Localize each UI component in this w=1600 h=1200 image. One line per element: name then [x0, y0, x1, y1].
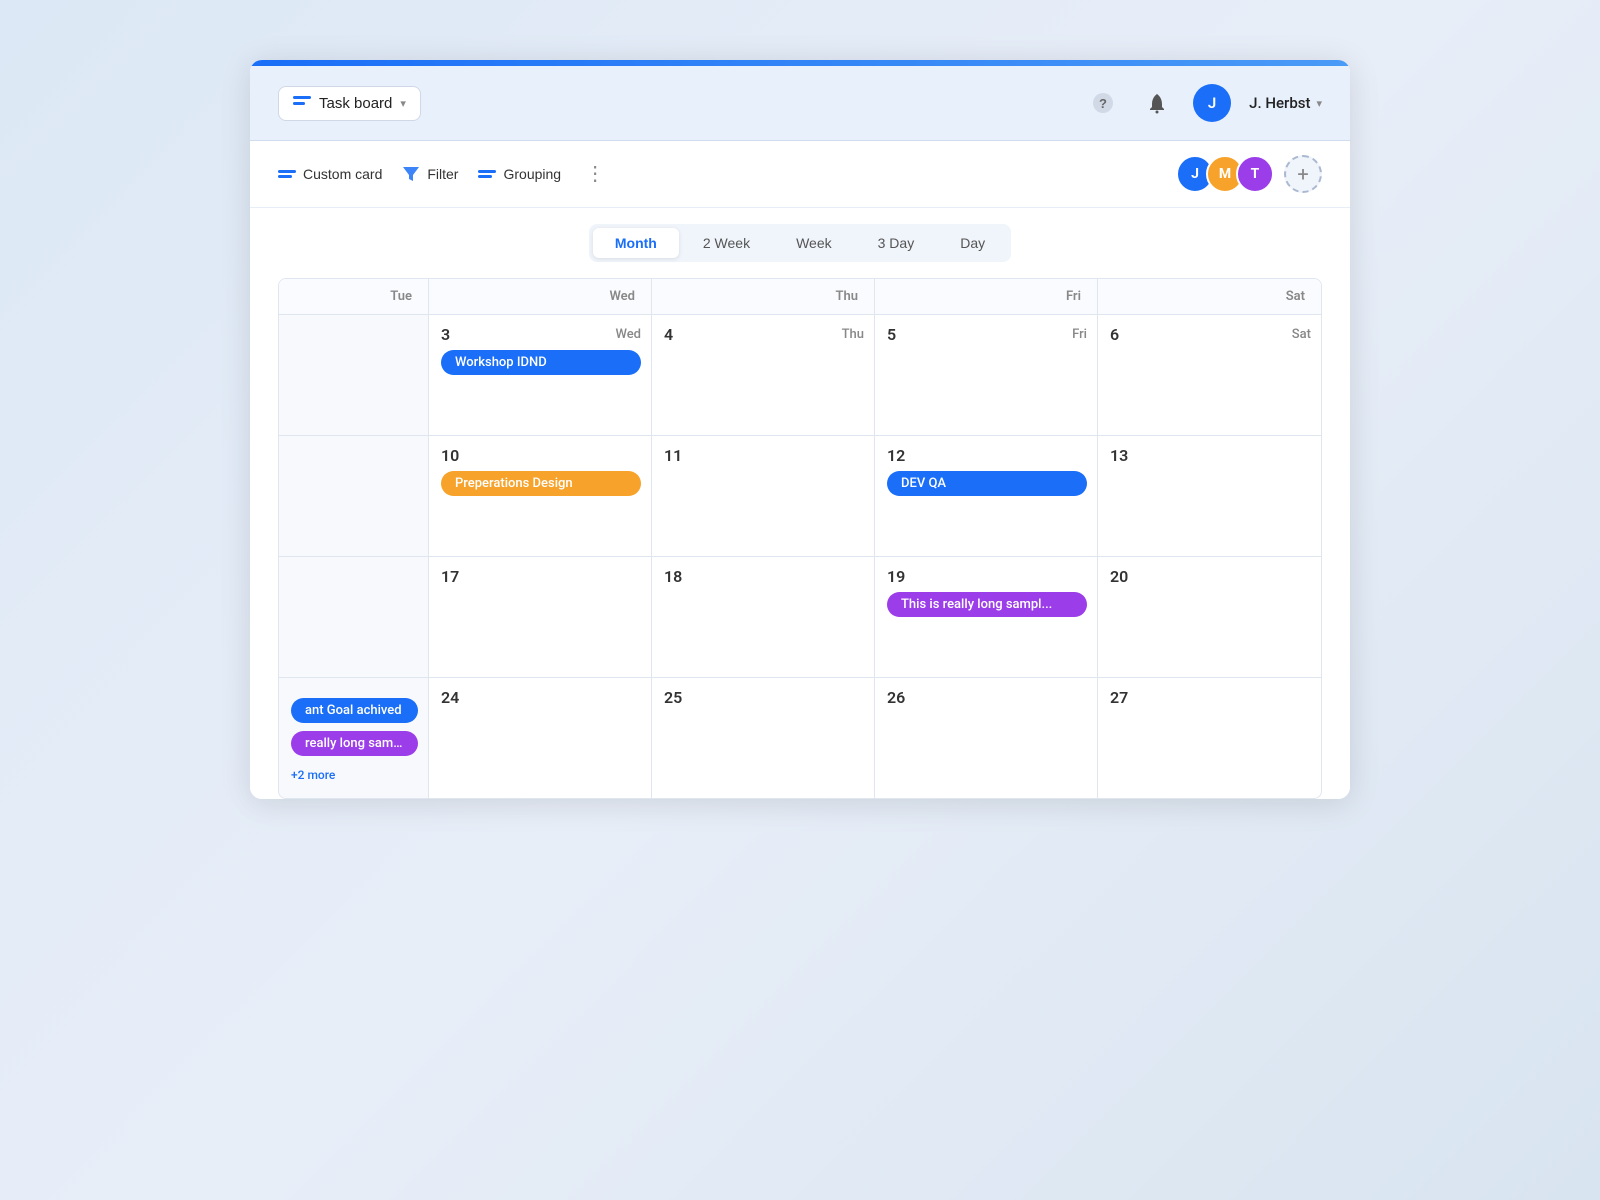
- cal-cell-18: 18: [652, 557, 875, 677]
- day-header-tue: Tue: [279, 279, 429, 314]
- toolbar-left: Custom card Filter Grouping ⋮: [278, 161, 609, 187]
- day-number-5: 5: [887, 325, 896, 344]
- help-icon: ?: [1092, 92, 1114, 114]
- cal-cell-24: 24: [429, 678, 652, 798]
- day-number-4: 4: [664, 325, 673, 344]
- day-number-10: 10: [441, 446, 459, 465]
- grouping-button[interactable]: Grouping: [478, 162, 561, 186]
- view-tabs: Month 2 Week Week 3 Day Day: [589, 224, 1011, 262]
- cal-cell-27: 27: [1098, 678, 1321, 798]
- cal-cell-26: 26: [875, 678, 1098, 798]
- cal-cell-4: 4 Thu: [652, 315, 875, 435]
- cal-cell-3: 3 Wed Workshop IDND: [429, 315, 652, 435]
- day-number-17: 17: [441, 567, 459, 586]
- event-preperations-design[interactable]: Preperations Design: [441, 471, 641, 496]
- help-button[interactable]: ?: [1085, 85, 1121, 121]
- tab-month[interactable]: Month: [593, 228, 679, 258]
- more-options-button[interactable]: ⋮: [581, 164, 609, 184]
- add-member-button[interactable]: +: [1284, 155, 1322, 193]
- bell-icon: [1146, 92, 1168, 114]
- calendar-grid: Tue Wed Thu Fri Sat 3 Wed Workshop IDND: [278, 278, 1322, 799]
- filter-button[interactable]: Filter: [402, 161, 458, 187]
- event-really-long[interactable]: really long sampl...: [291, 731, 418, 756]
- more-events-link[interactable]: +2 more: [291, 768, 335, 782]
- header-right: ? J J. Herbst ▾: [1085, 84, 1322, 122]
- day-header-wed: Wed: [429, 279, 652, 314]
- day-number-18: 18: [664, 567, 682, 586]
- notification-button[interactable]: [1139, 85, 1175, 121]
- cal-cell-5: 5 Fri: [875, 315, 1098, 435]
- custom-card-button[interactable]: Custom card: [278, 162, 382, 186]
- day-number-13: 13: [1110, 446, 1128, 465]
- header: Task board ▾ ? J J. Herbst ▾: [250, 66, 1350, 141]
- cal-cell-13: 13: [1098, 436, 1321, 556]
- day-header-thu: Thu: [652, 279, 875, 314]
- grouping-icon: [478, 170, 496, 178]
- event-workshop-idnd[interactable]: Workshop IDND: [441, 350, 641, 375]
- tab-3day[interactable]: 3 Day: [856, 228, 937, 258]
- member-avatar-group: J M T: [1176, 155, 1274, 193]
- day-name-thu: Thu: [842, 327, 864, 342]
- event-long-sample[interactable]: This is really long sampl...: [887, 592, 1087, 617]
- calendar-section: Month 2 Week Week 3 Day Day Tue Wed Thu …: [250, 208, 1350, 799]
- user-avatar[interactable]: J: [1193, 84, 1231, 122]
- day-header-fri: Fri: [875, 279, 1098, 314]
- day-header-sat: Sat: [1098, 279, 1321, 314]
- event-dev-qa[interactable]: DEV QA: [887, 471, 1087, 496]
- taskboard-label: Task board: [319, 95, 392, 112]
- tab-day[interactable]: Day: [938, 228, 1007, 258]
- day-number-27: 27: [1110, 688, 1128, 707]
- day-name-sat: Sat: [1292, 327, 1311, 342]
- cal-cell-empty-1: [279, 315, 429, 435]
- taskboard-dropdown-arrow: ▾: [400, 97, 406, 110]
- cal-cell-empty-2: [279, 436, 429, 556]
- day-name-fri: Fri: [1072, 327, 1087, 342]
- taskboard-button[interactable]: Task board ▾: [278, 86, 421, 121]
- user-dropdown-arrow: ▾: [1316, 97, 1322, 110]
- calendar-row-1: 3 Wed Workshop IDND 4 Thu 5 Fri: [279, 315, 1321, 436]
- toolbar-right: J M T +: [1176, 155, 1322, 193]
- cal-cell-6: 6 Sat: [1098, 315, 1321, 435]
- day-number-26: 26: [887, 688, 905, 707]
- filter-label: Filter: [427, 166, 458, 182]
- day-number-11: 11: [664, 446, 682, 465]
- day-number-12: 12: [887, 446, 905, 465]
- day-number-3: 3: [441, 325, 450, 344]
- app-container: Task board ▾ ? J J. Herbst ▾: [250, 60, 1350, 799]
- member-avatar-t[interactable]: T: [1236, 155, 1274, 193]
- day-number-24: 24: [441, 688, 459, 707]
- day-header-row: Tue Wed Thu Fri Sat: [279, 279, 1321, 315]
- tab-2week[interactable]: 2 Week: [681, 228, 772, 258]
- custom-card-icon: [278, 170, 296, 178]
- cal-cell-empty-3: [279, 557, 429, 677]
- user-name-button[interactable]: J. Herbst ▾: [1249, 94, 1322, 112]
- calendar-row-3: 17 18 19 This is really long sampl...: [279, 557, 1321, 678]
- day-name-wed: Wed: [615, 327, 641, 342]
- cal-cell-19: 19 This is really long sampl...: [875, 557, 1098, 677]
- cal-cell-12: 12 DEV QA: [875, 436, 1098, 556]
- filter-icon: [402, 165, 420, 183]
- day-number-20: 20: [1110, 567, 1128, 586]
- cal-cell-10: 10 Preperations Design: [429, 436, 652, 556]
- taskboard-icon: [293, 96, 311, 110]
- calendar-row-2: 10 Preperations Design 11 12 DEV QA: [279, 436, 1321, 557]
- tab-week[interactable]: Week: [774, 228, 854, 258]
- day-number-6: 6: [1110, 325, 1119, 344]
- cal-cell-17: 17: [429, 557, 652, 677]
- event-goal-achived[interactable]: ant Goal achived: [291, 698, 418, 723]
- calendar-row-4: ant Goal achived really long sampl... +2…: [279, 678, 1321, 798]
- cal-cell-25: 25: [652, 678, 875, 798]
- day-number-19: 19: [887, 567, 905, 586]
- custom-card-label: Custom card: [303, 166, 382, 182]
- cal-cell-11: 11: [652, 436, 875, 556]
- grouping-label: Grouping: [503, 166, 561, 182]
- toolbar: Custom card Filter Grouping ⋮ J M T: [250, 141, 1350, 208]
- cal-cell-partial: ant Goal achived really long sampl... +2…: [279, 678, 429, 798]
- svg-text:?: ?: [1099, 96, 1107, 111]
- day-number-25: 25: [664, 688, 682, 707]
- cal-cell-20: 20: [1098, 557, 1321, 677]
